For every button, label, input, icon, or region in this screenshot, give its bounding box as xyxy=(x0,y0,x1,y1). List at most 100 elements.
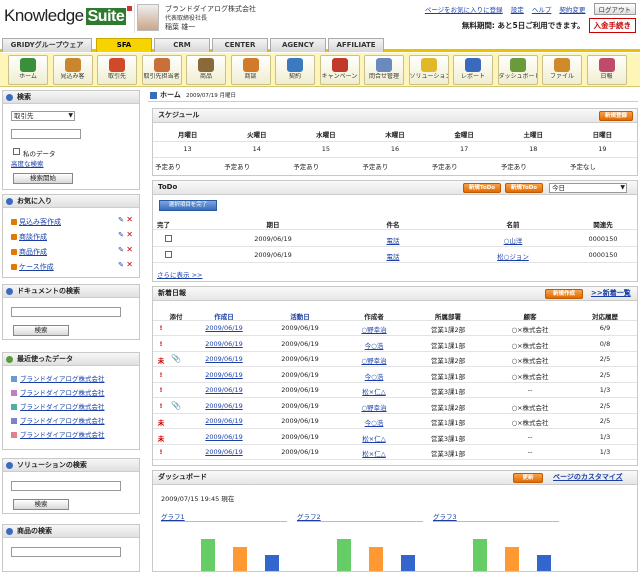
favorite-item[interactable]: 商品作成 xyxy=(11,247,47,257)
schedule-date[interactable]: 15 xyxy=(291,145,360,153)
todo-more-link[interactable]: さらに表示 >> xyxy=(157,269,202,279)
solution-search-button[interactable]: 検索 xyxy=(13,499,69,510)
daily-list-link[interactable]: >>新着一覧 xyxy=(591,287,631,300)
logout-button[interactable]: ログアウト xyxy=(593,3,636,15)
daily-author-link[interactable]: ○野幸治 xyxy=(337,324,411,334)
solution-search-input[interactable] xyxy=(11,481,121,491)
daily-created-link[interactable]: 2009/06/19 xyxy=(187,340,261,348)
complete-selected-button[interactable]: 選択項目を完了 xyxy=(159,200,217,211)
toolbar-contact-button[interactable]: 取引先担当者 xyxy=(141,55,182,85)
daily-author-link[interactable]: 今○浩 xyxy=(337,417,411,427)
schedule-date[interactable]: 18 xyxy=(499,145,568,153)
toolbar-solution-button[interactable]: ソリューション xyxy=(408,55,449,85)
daily-created-link[interactable]: 2009/06/19 xyxy=(187,386,261,394)
schedule-date[interactable]: 16 xyxy=(360,145,429,153)
recent-item[interactable]: ブランドダイアログ株式会社 xyxy=(11,387,105,397)
daily-author-link[interactable]: 松×仁△ xyxy=(337,448,411,458)
new-todo-button-1[interactable]: 新規ToDo xyxy=(463,183,501,193)
daily-author-link[interactable]: ○野幸治 xyxy=(337,355,411,365)
schedule-date[interactable]: 17 xyxy=(430,145,499,153)
toolbar-product-button[interactable]: 商品 xyxy=(186,55,226,85)
tab-3[interactable]: CENTER xyxy=(212,38,268,52)
delete-icon[interactable]: ✕ xyxy=(126,230,133,239)
payment-button[interactable]: 入金手続き xyxy=(588,18,636,33)
my-data-checkbox[interactable] xyxy=(13,148,20,155)
recent-item[interactable]: ブランドダイアログ株式会社 xyxy=(11,401,105,411)
daily-author-link[interactable]: 松×仁△ xyxy=(337,386,411,396)
graph-link[interactable]: グラフ3 xyxy=(433,511,457,521)
todo-name-link[interactable]: ○山洋 xyxy=(453,235,573,245)
tab-5[interactable]: AFFILIATE xyxy=(328,38,384,52)
customize-page-link[interactable]: ページのカスタマイズ xyxy=(553,471,623,484)
new-todo-button-2[interactable]: 新規ToDo xyxy=(505,183,543,193)
favorite-item[interactable]: ケース作成 xyxy=(11,262,54,272)
search-input[interactable] xyxy=(11,129,81,139)
search-type-select[interactable]: 取引先 ▼ xyxy=(11,111,75,121)
toolbar-report-button[interactable]: レポート xyxy=(453,55,493,85)
attachment-icon[interactable]: 📎 xyxy=(167,401,185,410)
daily-created-link[interactable]: 2009/06/19 xyxy=(187,402,261,410)
tab-0[interactable]: GRIDYグループウェア xyxy=(2,38,92,52)
edit-icon[interactable]: ✎ xyxy=(118,261,124,269)
todo-checkbox[interactable] xyxy=(165,235,172,242)
toolbar-deal-button[interactable]: 商談 xyxy=(230,55,271,85)
schedule-date[interactable]: 14 xyxy=(222,145,291,153)
doc-search-input[interactable] xyxy=(11,307,121,317)
toolbar-campaign-button[interactable]: キャンペーン xyxy=(319,55,360,85)
settings-link[interactable]: 設定 xyxy=(511,6,524,14)
edit-icon[interactable]: ✎ xyxy=(118,216,124,224)
daily-created-link[interactable]: 2009/06/19 xyxy=(187,433,261,441)
todo-subject-link[interactable]: 電話 xyxy=(333,251,453,261)
daily-created-link[interactable]: 2009/06/19 xyxy=(187,355,261,363)
todo-filter-select[interactable]: 今日 ▼ xyxy=(549,183,627,193)
todo-checkbox[interactable] xyxy=(165,251,172,258)
daily-created-link[interactable]: 2009/06/19 xyxy=(187,371,261,379)
todo-subject-link[interactable]: 電話 xyxy=(333,235,453,245)
toolbar-prospect-button[interactable]: 見込み客 xyxy=(52,55,93,85)
add-favorite-link[interactable]: ページをお気に入りに登録 xyxy=(425,6,503,14)
recent-item[interactable]: ブランドダイアログ株式会社 xyxy=(11,415,105,425)
product-search-input[interactable] xyxy=(11,547,121,557)
delete-icon[interactable]: ✕ xyxy=(126,245,133,254)
schedule-date[interactable]: 19 xyxy=(568,145,637,153)
toolbar-home-button[interactable]: ホーム xyxy=(8,55,48,85)
help-link[interactable]: ヘルプ xyxy=(532,6,552,14)
favorite-item[interactable]: 見込み客作成 xyxy=(11,217,61,227)
graph-link[interactable]: グラフ1 xyxy=(161,511,185,521)
dashboard-refresh-button[interactable]: 更新 xyxy=(513,473,543,483)
recent-item[interactable]: ブランドダイアログ株式会社 xyxy=(11,429,105,439)
tab-1[interactable]: SFA xyxy=(96,38,152,52)
daily-author-link[interactable]: 今○浩 xyxy=(337,371,411,381)
daily-author-link[interactable]: ○野幸治 xyxy=(337,402,411,412)
toolbar-inquiry-button[interactable]: 問合せ管理 xyxy=(364,55,404,85)
daily-new-button[interactable]: 新規作成 xyxy=(545,289,583,299)
edit-icon[interactable]: ✎ xyxy=(118,231,124,239)
favorite-item[interactable]: 商談作成 xyxy=(11,232,47,242)
todo-name-link[interactable]: 松○ジョン xyxy=(453,251,573,261)
delete-icon[interactable]: ✕ xyxy=(126,260,133,269)
schedule-new-button[interactable]: 新規登録 xyxy=(599,111,633,121)
edit-icon[interactable]: ✎ xyxy=(118,246,124,254)
doc-search-button[interactable]: 検索 xyxy=(13,325,69,336)
daily-author-link[interactable]: 松×仁△ xyxy=(337,433,411,443)
toolbar-file-button[interactable]: ファイル xyxy=(542,55,582,85)
toolbar-contract-button[interactable]: 契約 xyxy=(275,55,315,85)
toolbar-dashboard-button[interactable]: ダッシュボード xyxy=(497,55,538,85)
toolbar-client-button[interactable]: 取引先 xyxy=(97,55,137,85)
tab-4[interactable]: AGENCY xyxy=(270,38,326,52)
app-logo[interactable]: Knowledge Suite xyxy=(4,6,133,26)
daily-author-link[interactable]: 今○浩 xyxy=(337,340,411,350)
schedule-date[interactable]: 13 xyxy=(153,145,222,153)
daily-created-link[interactable]: 2009/06/19 xyxy=(187,448,261,456)
delete-icon[interactable]: ✕ xyxy=(126,215,133,224)
daily-created-link[interactable]: 2009/06/19 xyxy=(187,324,261,332)
attachment-icon[interactable]: 📎 xyxy=(167,354,185,363)
advanced-search-link[interactable]: 高度な検索 xyxy=(11,158,44,168)
search-start-button[interactable]: 検索開始 xyxy=(13,173,73,184)
contract-change-link[interactable]: 契約変更 xyxy=(559,6,585,14)
recent-item[interactable]: ブランドダイアログ株式会社 xyxy=(11,373,105,383)
graph-link[interactable]: グラフ2 xyxy=(297,511,321,521)
tab-2[interactable]: CRM xyxy=(154,38,210,52)
daily-created-link[interactable]: 2009/06/19 xyxy=(187,417,261,425)
toolbar-daily-report-button[interactable]: 日報 xyxy=(586,55,627,85)
